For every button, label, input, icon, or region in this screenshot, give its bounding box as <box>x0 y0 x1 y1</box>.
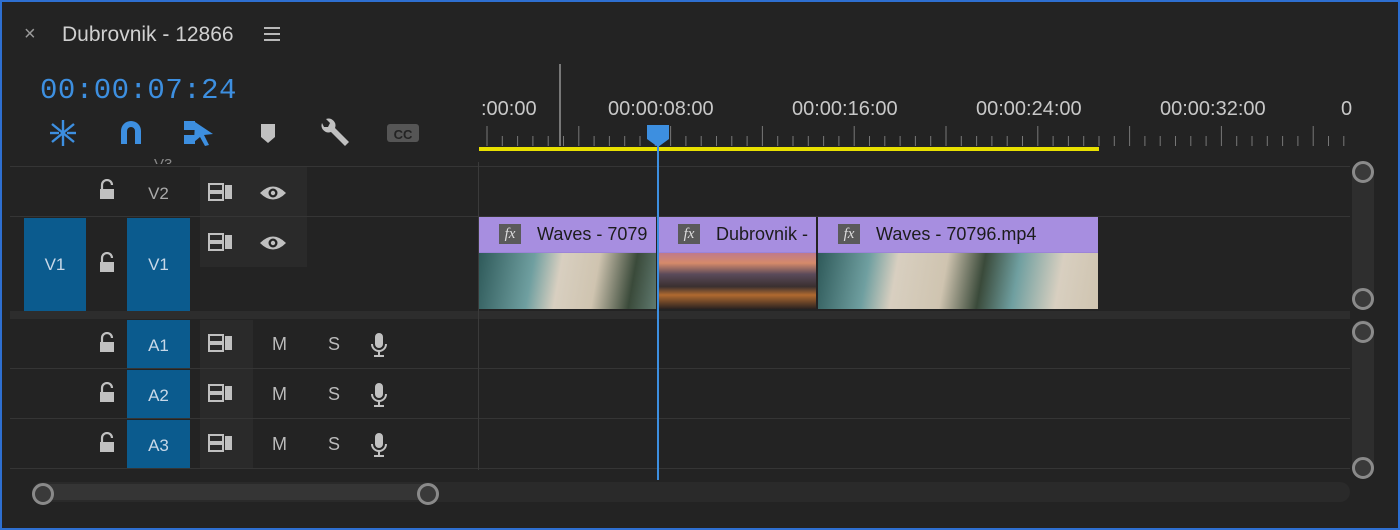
wrench-icon[interactable] <box>319 118 349 148</box>
track-target-a3[interactable]: A3 <box>127 420 190 468</box>
solo-button[interactable]: S <box>328 384 340 405</box>
fx-badge[interactable]: fx <box>499 224 521 244</box>
divider <box>10 418 1350 419</box>
video-clip[interactable]: fx Waves - 7079 <box>479 217 656 309</box>
microphone-icon[interactable] <box>370 332 388 358</box>
fx-badge[interactable]: fx <box>678 224 700 244</box>
timeline-panel: × Dubrovnik - 12866 00:00:07:24 CC :00:0… <box>0 0 1400 530</box>
video-clip[interactable]: fx Waves - 70796.mp4 <box>818 217 1098 309</box>
track-target-a2[interactable]: A2 <box>127 370 190 418</box>
source-patch-v1[interactable]: V1 <box>24 218 86 311</box>
scroll-handle[interactable] <box>32 483 54 505</box>
mute-button[interactable]: M <box>272 334 287 355</box>
divider <box>10 368 1350 369</box>
mute-button[interactable]: M <box>272 434 287 455</box>
lock-icon[interactable] <box>98 251 116 274</box>
playhead-timecode[interactable]: 00:00:07:24 <box>40 74 237 107</box>
time-ruler[interactable]: :00:00 00:00:08:00 00:00:16:00 00:00:24:… <box>479 64 1352 160</box>
clip-header: fx Dubrovnik - <box>658 217 816 252</box>
divider <box>10 166 1350 167</box>
mute-button[interactable]: M <box>272 384 287 405</box>
scroll-handle[interactable] <box>1352 161 1374 183</box>
sync-lock-icon[interactable] <box>208 183 232 201</box>
eye-icon[interactable] <box>259 234 287 252</box>
video-clip[interactable]: fx Dubrovnik - <box>658 217 816 309</box>
lock-icon[interactable] <box>98 178 116 201</box>
scroll-handle[interactable] <box>1352 288 1374 310</box>
ruler-ticks <box>486 126 1345 146</box>
sync-lock-icon[interactable] <box>208 334 232 352</box>
scroll-handle[interactable] <box>1352 321 1374 343</box>
eye-icon[interactable] <box>259 184 287 202</box>
track-target-v2[interactable]: V2 <box>127 180 190 208</box>
track-target-v1[interactable]: V1 <box>127 218 190 311</box>
track-target-a1[interactable]: A1 <box>127 320 190 368</box>
header-divider <box>478 162 479 470</box>
video-audio-divider[interactable] <box>10 311 1350 319</box>
clip-name: Waves - 70796.mp4 <box>876 224 1037 244</box>
sequence-title[interactable]: Dubrovnik - 12866 <box>62 22 234 48</box>
panel-menu-icon[interactable] <box>264 27 280 41</box>
sync-lock-icon[interactable] <box>208 233 232 251</box>
scroll-handle[interactable] <box>417 483 439 505</box>
work-area-bar[interactable] <box>479 147 1099 151</box>
sync-lock-icon[interactable] <box>208 384 232 402</box>
lock-icon[interactable] <box>98 431 116 454</box>
insert-overwrite-icon[interactable] <box>48 118 78 148</box>
lock-icon[interactable] <box>98 381 116 404</box>
horizontal-scroll-thumb[interactable] <box>42 484 428 500</box>
playhead-line[interactable] <box>657 142 659 480</box>
track-label-v3: V3 <box>154 152 172 164</box>
audio-vertical-scrollbar[interactable] <box>1352 320 1374 476</box>
divider <box>10 468 1350 469</box>
track-controls-bg <box>200 167 307 267</box>
scroll-handle[interactable] <box>1352 457 1374 479</box>
solo-button[interactable]: S <box>328 434 340 455</box>
solo-button[interactable]: S <box>328 334 340 355</box>
sync-lock-icon[interactable] <box>208 434 232 452</box>
clip-name: Dubrovnik - <box>716 224 809 244</box>
clip-thumbnail <box>818 253 1098 309</box>
clip-header: fx Waves - 70796.mp4 <box>818 217 1098 252</box>
snap-magnet-icon[interactable] <box>116 118 146 148</box>
microphone-icon[interactable] <box>370 382 388 408</box>
clip-header: fx Waves - 7079 <box>479 217 656 252</box>
clip-thumbnail <box>479 253 656 309</box>
clip-thumbnail <box>658 253 816 309</box>
microphone-icon[interactable] <box>370 432 388 458</box>
linked-selection-icon[interactable] <box>183 118 213 148</box>
add-marker-icon[interactable] <box>258 118 288 148</box>
svg-text:CC: CC <box>394 127 413 142</box>
lock-icon[interactable] <box>98 331 116 354</box>
captions-icon[interactable]: CC <box>386 118 420 148</box>
playhead-handle[interactable] <box>646 124 670 148</box>
close-tab-button[interactable]: × <box>24 22 36 46</box>
fx-badge[interactable]: fx <box>838 224 860 244</box>
clip-name: Waves - 7079 <box>537 224 648 244</box>
